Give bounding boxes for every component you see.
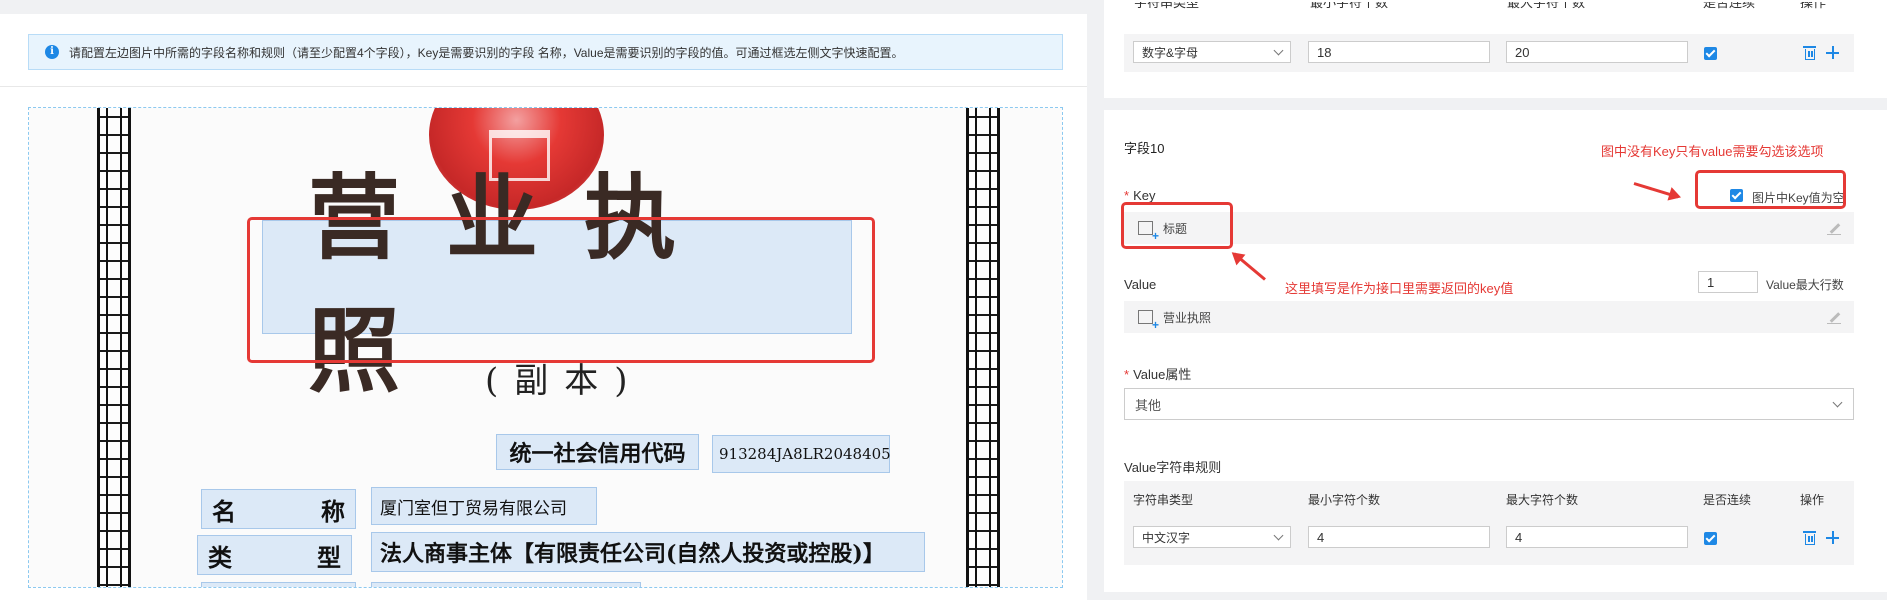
value-value: 营业执照 xyxy=(1163,310,1212,325)
rule-max-chars-input[interactable]: 4 xyxy=(1506,526,1688,548)
decorative-border-right xyxy=(966,108,1000,587)
type-label[interactable]: 类 型 xyxy=(197,535,352,575)
value-input[interactable]: 营业执照 xyxy=(1124,301,1854,333)
prev-header-continuous: 是否连续 xyxy=(1703,2,1756,10)
key-input[interactable]: 标题 xyxy=(1124,212,1854,244)
info-icon: i xyxy=(45,45,59,59)
rule-continuous-checkbox[interactable] xyxy=(1704,532,1717,545)
next-row-value[interactable] xyxy=(371,582,641,587)
add-icon[interactable] xyxy=(1826,531,1839,544)
divider xyxy=(0,86,1087,87)
rule-header-ops: 操作 xyxy=(1800,493,1825,507)
rule-header-continuous: 是否连续 xyxy=(1703,493,1752,507)
trash-icon[interactable] xyxy=(1803,531,1816,545)
rule-header-min: 最小字符个数 xyxy=(1308,493,1381,507)
name-label-left: 名 xyxy=(212,496,236,526)
credit-code-value[interactable]: 913284JA8LR2048405 xyxy=(712,435,891,473)
required-star-icon: * xyxy=(1124,367,1130,382)
key-label-text: Key xyxy=(1133,188,1156,203)
image-selection-area[interactable]: 营业执照 (副本) 统一社会信用代码 913284JA8LR2048405 名 … xyxy=(28,107,1063,588)
license-image: 营业执照 (副本) 统一社会信用代码 913284JA8LR2048405 名 … xyxy=(29,108,1062,587)
annotation-box-checkbox xyxy=(1695,170,1846,209)
prev-header-min: 最小字符个数 xyxy=(1310,2,1389,10)
required-star-icon: * xyxy=(1124,188,1130,203)
rule-min-chars-input[interactable]: 4 xyxy=(1308,526,1490,548)
value-max-lines-input[interactable]: 1 xyxy=(1698,271,1758,293)
name-label-right: 称 xyxy=(321,496,345,526)
edit-icon[interactable] xyxy=(1827,222,1841,235)
prev-char-type-value: 数字&字母 xyxy=(1142,45,1199,60)
box-select-icon[interactable] xyxy=(1138,310,1159,332)
type-label-left: 类 xyxy=(208,542,232,572)
name-label[interactable]: 名 称 xyxy=(201,489,356,529)
chevron-down-icon xyxy=(1273,530,1284,541)
value-max-lines-label: Value最大行数 xyxy=(1766,278,1844,292)
chevron-down-icon xyxy=(1832,397,1843,408)
add-icon[interactable] xyxy=(1826,46,1839,59)
field-title: 字段10 xyxy=(1124,141,1165,156)
top-gap xyxy=(0,0,1087,14)
license-subtitle: (副本) xyxy=(485,361,644,401)
annotation-key-note: 这里填写是作为接口里需要返回的key值 xyxy=(1285,281,1514,296)
type-value[interactable]: 法人商事主体【有限责任公司(自然人投资或控股)】 xyxy=(371,532,925,572)
trash-icon[interactable] xyxy=(1803,46,1816,60)
rule-header-type: 字符串类型 xyxy=(1133,493,1194,507)
value-attr-label: * Value属性 xyxy=(1124,364,1191,383)
value-attr-label-text: Value属性 xyxy=(1133,367,1192,382)
value-attr-selected: 其他 xyxy=(1135,397,1162,413)
prev-continuous-checkbox[interactable] xyxy=(1704,47,1717,60)
value-label: Value xyxy=(1124,277,1157,292)
image-config-panel: i 请配置左边图片中所需的字段名称和规则（请至少配置4个字段），Key是需要识别… xyxy=(0,0,1087,600)
annotation-key-empty-hint: 图中没有Key只有value需要勾选该选项 xyxy=(1601,144,1824,159)
annotation-box-title xyxy=(247,217,875,363)
key-label: * Key xyxy=(1124,188,1155,203)
prev-min-chars-input[interactable]: 18 xyxy=(1308,41,1490,63)
prev-header-max: 最大字符个数 xyxy=(1507,2,1586,10)
next-row-label[interactable] xyxy=(201,582,356,587)
rule-char-type-value: 中文汉字 xyxy=(1142,530,1191,545)
prev-char-type-select[interactable]: 数字&字母 xyxy=(1133,41,1291,63)
credit-code-label[interactable]: 统一社会信用代码 xyxy=(496,434,699,470)
edit-icon[interactable] xyxy=(1827,311,1841,324)
rule-header-max: 最大字符个数 xyxy=(1506,493,1579,507)
name-value[interactable]: 厦门室但丁贸易有限公司 xyxy=(371,487,597,525)
decorative-border-left xyxy=(97,108,131,587)
prev-max-chars-input[interactable]: 20 xyxy=(1506,41,1688,63)
info-notice: i 请配置左边图片中所需的字段名称和规则（请至少配置4个字段），Key是需要识别… xyxy=(28,34,1063,70)
prev-header-ops: 操作 xyxy=(1800,2,1827,10)
chevron-down-icon xyxy=(1273,45,1284,56)
notice-text: 请配置左边图片中所需的字段名称和规则（请至少配置4个字段），Key是需要识别的字… xyxy=(69,45,904,60)
prev-header-type: 字符串类型 xyxy=(1134,2,1200,10)
value-rule-label: Value字符串规则 xyxy=(1124,460,1222,475)
type-label-right: 型 xyxy=(317,542,341,572)
rule-char-type-select[interactable]: 中文汉字 xyxy=(1133,526,1291,548)
value-attr-select[interactable]: 其他 xyxy=(1124,388,1854,420)
annotation-box-key xyxy=(1121,202,1233,249)
